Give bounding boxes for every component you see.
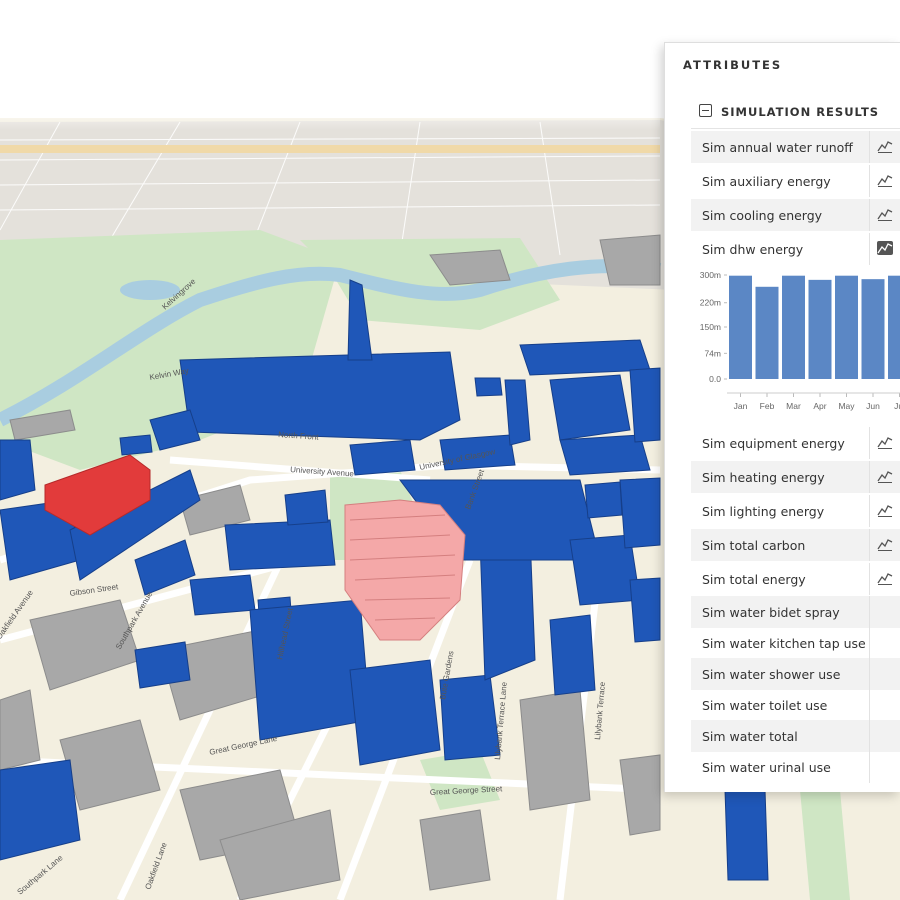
chart-bar[interactable] [835, 275, 858, 379]
x-tick-label: Jan [734, 401, 748, 411]
line-chart-icon[interactable] [877, 537, 893, 551]
railway-band [0, 145, 660, 153]
attribute-label: Sim annual water runoff [702, 140, 853, 155]
x-tick-label: Apr [813, 401, 826, 411]
attribute-label: Sim water toilet use [702, 698, 828, 713]
chart-bar[interactable] [888, 275, 900, 379]
row-divider [869, 233, 870, 265]
row-divider [869, 427, 870, 459]
row-divider [869, 131, 870, 163]
horizon-fade [0, 100, 660, 130]
attribute-row[interactable]: Sim total carbon [691, 529, 900, 561]
attribute-row[interactable]: Sim water bidet spray [691, 596, 900, 628]
chart-bar[interactable] [808, 279, 832, 379]
row-divider [869, 165, 870, 197]
line-chart-icon[interactable] [877, 241, 893, 255]
chart-bar[interactable] [755, 286, 779, 379]
row-divider [869, 627, 870, 659]
line-chart-icon[interactable] [877, 435, 893, 449]
chart-bar[interactable] [861, 279, 885, 379]
simulation-results-header[interactable]: SIMULATION RESULTS [691, 95, 900, 129]
row-divider [869, 461, 870, 493]
attribute-row[interactable]: Sim auxiliary energy [691, 165, 900, 197]
row-divider [869, 720, 870, 752]
y-tick-label: 300m [700, 270, 721, 280]
x-tick-label: Jun [866, 401, 880, 411]
attribute-row[interactable]: Sim annual water runoff [691, 131, 900, 163]
attribute-label: Sim water urinal use [702, 760, 831, 775]
attribute-row[interactable]: Sim water total [691, 720, 900, 752]
attribute-label: Sim equipment energy [702, 436, 845, 451]
row-divider [869, 658, 870, 690]
panel-title: ATTRIBUTES [683, 58, 783, 72]
attribute-label: Sim water bidet spray [702, 605, 840, 620]
attribute-label: Sim auxiliary energy [702, 174, 831, 189]
attribute-label: Sim water shower use [702, 667, 841, 682]
line-chart-icon[interactable] [877, 469, 893, 483]
line-chart-icon[interactable] [877, 173, 893, 187]
attribute-label: Sim water total [702, 729, 798, 744]
line-chart-icon[interactable] [877, 207, 893, 221]
line-chart-icon[interactable] [877, 571, 893, 585]
row-divider [869, 751, 870, 783]
row-divider [869, 689, 870, 721]
x-tick-label: Feb [760, 401, 775, 411]
attribute-label: Sim total energy [702, 572, 806, 587]
attribute-row[interactable]: Sim cooling energy [691, 199, 900, 231]
attribute-row[interactable]: Sim total energy [691, 563, 900, 595]
attribute-label: Sim water kitchen tap use [702, 636, 866, 651]
attribute-row[interactable]: Sim water kitchen tap use [691, 627, 900, 659]
y-tick-label: 74m [704, 348, 721, 358]
y-tick-label: 0.0 [709, 374, 721, 384]
row-divider [869, 596, 870, 628]
dhw-energy-bar-chart: 0.0 74m 150m 220m 300m Jan Feb Mar Apr May Jun Jul [700, 270, 900, 411]
attribute-row[interactable]: Sim dhw energy [691, 233, 900, 265]
y-tick-label: 220m [700, 298, 721, 308]
attribute-row[interactable]: Sim water toilet use [691, 689, 900, 721]
attribute-label: Sim heating energy [702, 470, 825, 485]
chart-bar[interactable] [729, 275, 752, 379]
x-tick-label: Jul [894, 401, 900, 411]
attribute-row[interactable]: Sim equipment energy [691, 427, 900, 459]
line-chart-icon[interactable] [877, 139, 893, 153]
attribute-label: Sim cooling energy [702, 208, 823, 223]
attribute-label: Sim lighting energy [702, 504, 825, 519]
x-tick-label: Mar [786, 401, 801, 411]
row-divider [869, 495, 870, 527]
y-tick-label: 150m [700, 322, 721, 332]
attribute-row[interactable]: Sim water urinal use [691, 751, 900, 783]
line-chart-icon[interactable] [877, 503, 893, 517]
attribute-row[interactable]: Sim heating energy [691, 461, 900, 493]
collapse-minus-icon[interactable] [699, 104, 712, 117]
row-divider [869, 563, 870, 595]
chart-bar[interactable] [782, 275, 805, 379]
section-label: SIMULATION RESULTS [721, 105, 880, 119]
row-divider [869, 199, 870, 231]
attribute-row[interactable]: Sim water shower use [691, 658, 900, 690]
attribute-row[interactable]: Sim lighting energy [691, 495, 900, 527]
attribute-label: Sim dhw energy [702, 242, 804, 257]
attributes-panel: ATTRIBUTES SIMULATION RESULTS Sim annual… [664, 42, 900, 792]
attribute-label: Sim total carbon [702, 538, 806, 553]
x-tick-label: May [838, 401, 855, 411]
row-divider [869, 529, 870, 561]
